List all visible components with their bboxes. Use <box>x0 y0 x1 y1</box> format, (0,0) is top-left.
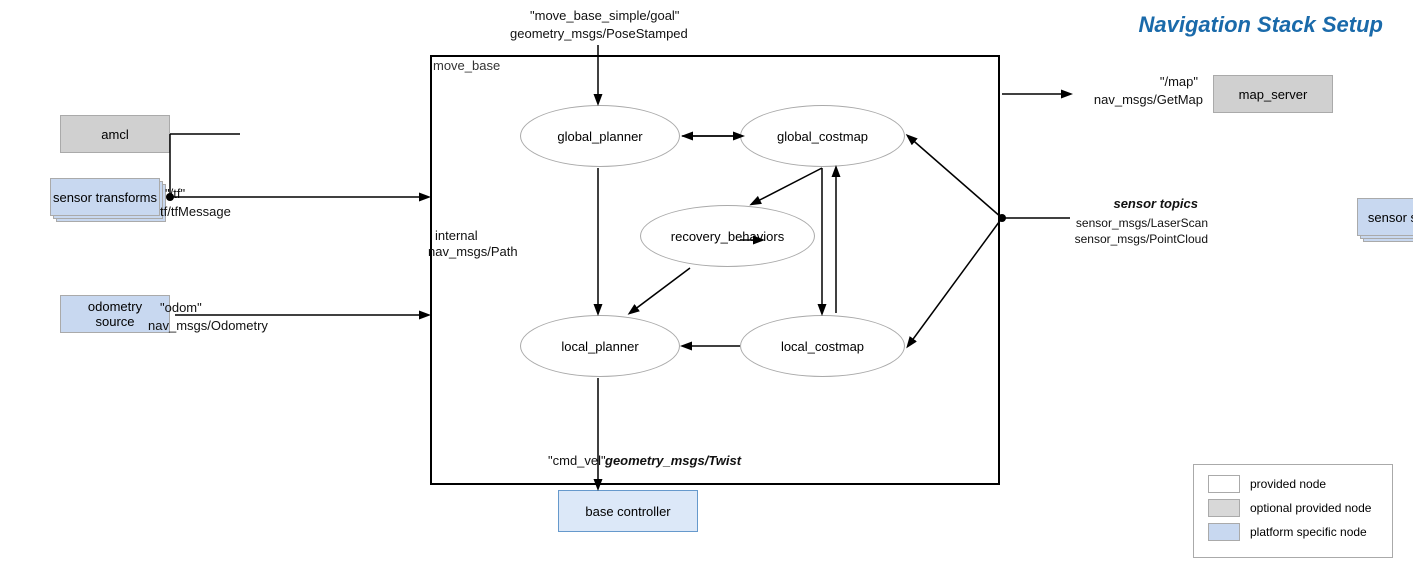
move-base-box <box>430 55 1000 485</box>
internal-label: internal <box>435 228 478 243</box>
legend-box: provided node optional provided node pla… <box>1193 464 1393 558</box>
tf-topic-label: "/tf" <box>165 186 185 201</box>
legend-label-provided: provided node <box>1250 477 1326 491</box>
odom-topic-label: "odom" <box>160 300 202 315</box>
map-topic-label: "/map" <box>1160 74 1198 89</box>
global-planner-node: global_planner <box>520 105 680 167</box>
legend-swatch-optional <box>1208 499 1240 517</box>
sensor-topics-label: sensor topics <box>1113 196 1198 211</box>
local-planner-node: local_planner <box>520 315 680 377</box>
cmd-vel-topic-label: "cmd_vel" <box>548 453 606 468</box>
map-server-node: map_server <box>1213 75 1333 113</box>
tf-msg-label: tf/tfMessage <box>160 204 231 219</box>
base-controller-node: base controller <box>558 490 698 532</box>
goal-msg-label: geometry_msgs/PoseStamped <box>510 26 688 41</box>
legend-label-optional: optional provided node <box>1250 501 1371 515</box>
legend-swatch-platform <box>1208 523 1240 541</box>
legend-row-optional: optional provided node <box>1208 499 1378 517</box>
map-msg-label: nav_msgs/GetMap <box>1094 92 1203 107</box>
legend-row-platform: platform specific node <box>1208 523 1378 541</box>
odom-msg-label: nav_msgs/Odometry <box>148 318 268 333</box>
recovery-behaviors-node: recovery_behaviors <box>640 205 815 267</box>
sensor-msgs2-label: sensor_msgs/PointCloud <box>1075 232 1208 246</box>
local-costmap-node: local_costmap <box>740 315 905 377</box>
amcl-node: amcl <box>60 115 170 153</box>
page-title: Navigation Stack Setup <box>1138 12 1383 38</box>
goal-topic-label: "move_base_simple/goal" <box>530 8 679 23</box>
sensor-msgs1-label: sensor_msgs/LaserScan <box>1076 216 1208 230</box>
internal-msg-label: nav_msgs/Path <box>428 244 518 259</box>
legend-label-platform: platform specific node <box>1250 525 1367 539</box>
legend-swatch-provided <box>1208 475 1240 493</box>
global-costmap-node: global_costmap <box>740 105 905 167</box>
legend-row-provided: provided node <box>1208 475 1378 493</box>
move-base-label: move_base <box>433 58 500 73</box>
cmd-vel-msg-label: geometry_msgs/Twist <box>605 453 741 468</box>
